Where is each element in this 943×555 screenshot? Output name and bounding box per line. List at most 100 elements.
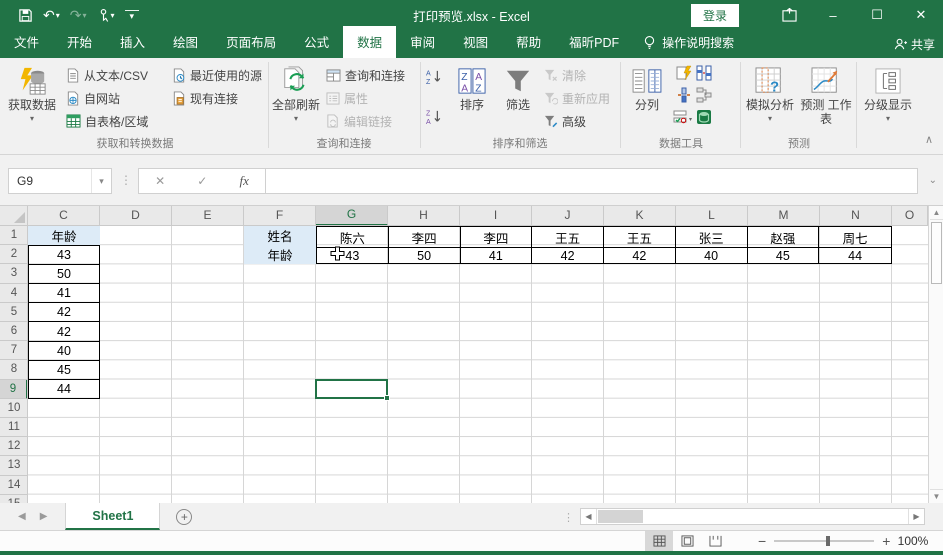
from-web-button[interactable]: 自网站 <box>66 87 120 109</box>
column-header-J[interactable]: J <box>532 206 604 225</box>
scroll-right-icon[interactable]: ▶ <box>908 509 924 524</box>
zoom-level[interactable]: 100% <box>893 531 933 551</box>
cell-J2[interactable]: 42 <box>532 248 604 264</box>
zoom-slider[interactable] <box>774 536 875 546</box>
row-header-5[interactable]: 5 <box>0 303 27 322</box>
touch-mode-dropdown-icon[interactable]: ▾ <box>111 11 115 20</box>
fill-handle[interactable] <box>384 394 390 401</box>
tab-view[interactable]: 视图 <box>449 26 502 58</box>
next-sheet-icon[interactable]: ▶ <box>40 511 48 522</box>
cell-H1[interactable]: 李四 <box>388 227 461 249</box>
selected-cell-G9[interactable] <box>315 378 388 399</box>
flash-fill-icon[interactable] <box>676 65 692 81</box>
filter-button[interactable]: 筛选 <box>496 62 540 138</box>
tab-formulas[interactable]: 公式 <box>290 26 343 58</box>
tab-file[interactable]: 文件 <box>0 26 53 58</box>
insert-function-icon[interactable]: fx <box>240 173 249 189</box>
name-box-dropdown-icon[interactable]: ▾ <box>91 169 111 193</box>
touch-mode-button[interactable]: ▾ <box>93 3 119 27</box>
zoom-out-button[interactable]: − <box>758 533 766 549</box>
cell-I2[interactable]: 41 <box>461 248 533 264</box>
tab-home[interactable]: 开始 <box>53 26 106 58</box>
consolidate-icon[interactable] <box>676 87 692 103</box>
cell-C4[interactable]: 41 <box>29 284 99 304</box>
prev-sheet-icon[interactable]: ◀ <box>18 511 26 522</box>
row-header-10[interactable]: 10 <box>0 399 27 418</box>
cell-M2[interactable]: 45 <box>748 248 820 264</box>
cell-K2[interactable]: 42 <box>604 248 676 264</box>
column-header-D[interactable]: D <box>100 206 172 225</box>
column-header-F[interactable]: F <box>244 206 316 225</box>
horizontal-scrollbar[interactable]: ◀ ▶ <box>580 508 925 525</box>
recent-sources-button[interactable]: 最近使用的源 <box>172 64 262 86</box>
cell-N1[interactable]: 周七 <box>819 227 891 249</box>
row-header-7[interactable]: 7 <box>0 341 27 361</box>
cell-H2[interactable]: 50 <box>389 248 461 264</box>
cell-C3[interactable]: 50 <box>29 265 99 285</box>
normal-view-button[interactable] <box>645 531 673 551</box>
cell-G1[interactable]: 陈六 <box>317 227 389 249</box>
scroll-up-icon[interactable]: ▲ <box>930 206 943 220</box>
data-validation-icon[interactable]: ▾ <box>673 110 695 124</box>
column-header-E[interactable]: E <box>172 206 244 225</box>
sort-descending-button[interactable]: ZA <box>426 106 444 128</box>
cell-C8[interactable]: 45 <box>29 361 99 380</box>
name-box[interactable]: G9 ▾ <box>8 168 112 194</box>
what-if-analysis-button[interactable]: ? 模拟分析 ▾ <box>744 62 796 138</box>
row-header-8[interactable]: 8 <box>0 360 27 380</box>
formula-bar-handle[interactable]: ⋮ <box>120 173 133 187</box>
column-header-I[interactable]: I <box>460 206 532 225</box>
vertical-scrollbar[interactable]: ▲ ▼ <box>928 206 943 503</box>
cell-M1[interactable]: 赵强 <box>747 227 820 249</box>
tab-help[interactable]: 帮助 <box>502 26 555 58</box>
column-header-O-partial[interactable]: O <box>892 206 928 225</box>
refresh-all-button[interactable]: 全部刷新 ▾ <box>270 62 322 138</box>
tab-insert[interactable]: 插入 <box>106 26 159 58</box>
column-header-K[interactable]: K <box>604 206 676 225</box>
tab-scroll-splitter[interactable]: ⋮ <box>563 511 574 524</box>
row-header-13[interactable]: 13 <box>0 456 27 476</box>
tell-me-search[interactable]: 操作说明搜索 <box>633 28 744 58</box>
cell-C5[interactable]: 42 <box>29 303 99 323</box>
zoom-in-button[interactable]: + <box>882 533 890 549</box>
horizontal-scroll-thumb[interactable] <box>598 510 643 523</box>
row-header-2[interactable]: 2 <box>0 245 27 265</box>
save-icon[interactable] <box>14 3 37 27</box>
sort-button[interactable]: ZAAZ 排序 <box>450 62 494 138</box>
from-table-range-button[interactable]: 自表格/区域 <box>66 110 148 132</box>
undo-dropdown-icon[interactable]: ▾ <box>56 11 60 20</box>
zoom-slider-thumb[interactable] <box>826 536 831 546</box>
collapse-ribbon-icon[interactable]: ∧ <box>925 133 933 146</box>
cell-C1[interactable]: 年龄 <box>28 226 100 246</box>
scroll-down-icon[interactable]: ▼ <box>930 489 943 503</box>
row-header-11[interactable]: 11 <box>0 418 27 438</box>
column-header-N[interactable]: N <box>820 206 892 225</box>
undo-button[interactable]: ↶ ▾ <box>39 3 64 27</box>
cell-C7[interactable]: 40 <box>29 342 99 361</box>
row-header-12[interactable]: 12 <box>0 437 27 457</box>
existing-connections-button[interactable]: 现有连接 <box>172 87 238 109</box>
forecast-sheet-button[interactable]: 预测 工作表 <box>800 62 852 138</box>
close-button[interactable]: ✕ <box>899 0 943 30</box>
tab-data[interactable]: 数据 <box>343 26 397 58</box>
manage-data-model-icon[interactable] <box>696 109 712 125</box>
row-header-6[interactable]: 6 <box>0 322 27 342</box>
row-header-1[interactable]: 1 <box>0 226 27 246</box>
select-all-corner[interactable] <box>0 206 28 226</box>
column-header-C[interactable]: C <box>28 206 100 225</box>
cell-J1[interactable]: 王五 <box>532 227 604 249</box>
cell-F1[interactable]: 姓名 <box>244 226 316 246</box>
row-header-3[interactable]: 3 <box>0 264 27 284</box>
tab-foxit-pdf[interactable]: 福昕PDF <box>555 26 633 58</box>
cell-K1[interactable]: 王五 <box>604 227 676 249</box>
get-data-button[interactable]: 获取数据 ▾ <box>6 62 58 138</box>
share-button[interactable]: 共享 <box>894 36 935 53</box>
scroll-left-icon[interactable]: ◀ <box>581 509 597 524</box>
cell-L2[interactable]: 40 <box>676 248 748 264</box>
outline-button[interactable]: 分级显示 ▾ <box>862 62 914 138</box>
column-header-M[interactable]: M <box>748 206 820 225</box>
cells-area[interactable]: 年龄 43 50 41 42 42 40 45 44 姓名 年龄 陈六 李四 李四 王五 王五 张三 赵强 周七 43… <box>28 226 928 503</box>
sort-ascending-button[interactable]: AZ <box>426 66 444 88</box>
cell-I1[interactable]: 李四 <box>460 227 533 249</box>
advanced-filter-button[interactable]: 高级 <box>544 110 586 132</box>
